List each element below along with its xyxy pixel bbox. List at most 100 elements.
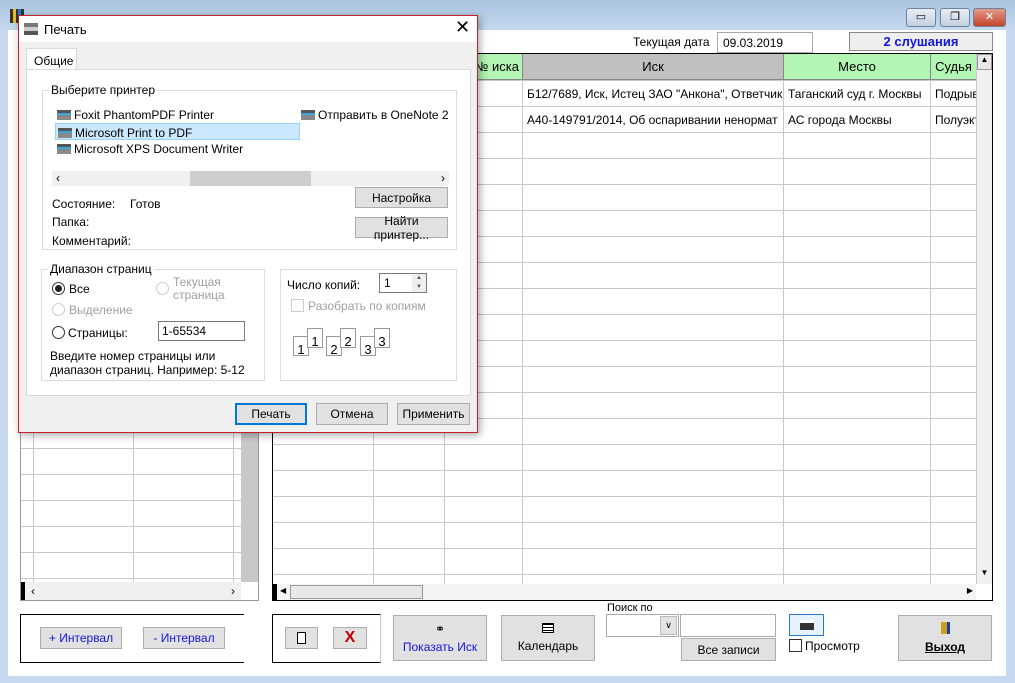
select-printer-label: Выберите принтер: [49, 83, 157, 97]
pages-input[interactable]: 1-65534: [158, 321, 245, 341]
printer-name: Microsoft XPS Document Writer: [74, 142, 244, 156]
dialog-title-bar: Печать ✕: [19, 16, 477, 42]
scroll-up-icon[interactable]: ▲: [977, 54, 992, 70]
all-records-button[interactable]: Все записи: [681, 638, 776, 661]
folder-label: Папка:: [52, 215, 90, 229]
grid-line: [273, 496, 992, 497]
current-date-field[interactable]: 09.03.2019: [717, 32, 813, 53]
grid-line: [21, 500, 258, 501]
cell-claim: А40-149791/2014, Об оспаривании ненормат: [527, 113, 778, 127]
grid-line: [273, 470, 992, 471]
grid-line: [21, 552, 258, 553]
binoculars-icon: ⚭: [434, 622, 446, 636]
add-interval-button[interactable]: + Интервал: [40, 627, 122, 649]
calendar-button[interactable]: Календарь: [501, 615, 595, 661]
radio-selection-label: Выделение: [69, 303, 133, 317]
delete-icon: X: [344, 629, 356, 646]
left-horizontal-scrollbar[interactable]: ‹ ›: [21, 582, 241, 600]
printer-name: Foxit PhantomPDF Printer: [74, 108, 215, 122]
preview-label: Просмотр: [805, 639, 860, 653]
radio-current-page: [156, 282, 169, 295]
exit-button[interactable]: Выход: [898, 615, 992, 661]
scroll-right-icon[interactable]: ▶: [967, 586, 973, 595]
search-by-label: Поиск по: [607, 602, 653, 614]
status-label: Состояние:: [52, 197, 116, 211]
cell-judge: Подрыв: [935, 87, 976, 101]
printer-icon: [799, 620, 814, 630]
dialog-cancel-button[interactable]: Отмена: [316, 403, 388, 425]
restore-button[interactable]: ❐: [940, 8, 970, 27]
scroll-thumb[interactable]: [290, 585, 423, 599]
radio-pages-label: Страницы:: [68, 326, 128, 340]
stepper-arrows-icon[interactable]: ▲ ▼: [412, 274, 426, 292]
grid-line: [21, 448, 258, 449]
header-place[interactable]: Место: [784, 54, 931, 80]
status-value: Готов: [130, 197, 161, 211]
scroll-down-icon[interactable]: ▼: [977, 568, 992, 584]
printer-item[interactable]: Foxit PhantomPDF Printer: [55, 106, 300, 123]
print-button[interactable]: [789, 614, 824, 636]
select-printer-group: Выберите принтер Foxit PhantomPDF Printe…: [42, 83, 457, 250]
search-field-select[interactable]: ∨: [606, 614, 679, 637]
close-button[interactable]: ✕: [973, 8, 1006, 27]
collate-checkbox: [291, 299, 304, 312]
cell-judge: Полуэкт: [935, 113, 976, 127]
dialog-print-button[interactable]: Печать: [235, 403, 307, 425]
scroll-thumb[interactable]: [190, 171, 311, 186]
copies-group: Число копий: 1 ▲ ▼ Разобрать по копиям 11 …: [280, 269, 457, 381]
scroll-left-icon[interactable]: ◀: [280, 586, 286, 595]
copies-label: Число копий:: [287, 278, 361, 292]
cell-claim: Б12/7689, Иск, Истец ЗАО "Анкона", Ответ…: [527, 87, 783, 101]
preview-checkbox[interactable]: [789, 639, 802, 652]
scroll-right-icon[interactable]: ›: [441, 171, 445, 185]
collate-label: Разобрать по копиям: [308, 299, 426, 313]
printer-name: Microsoft Print to PDF: [75, 126, 193, 140]
dialog-apply-button[interactable]: Применить: [397, 403, 470, 425]
printer-item[interactable]: Отправить в OneNote 20: [299, 106, 449, 123]
scroll-right-icon[interactable]: ›: [231, 582, 235, 600]
horizontal-scrollbar[interactable]: ◀ ▶: [273, 584, 976, 600]
dialog-close-icon[interactable]: ✕: [455, 17, 470, 38]
find-printer-button[interactable]: Найти принтер...: [355, 214, 448, 242]
printer-item[interactable]: Microsoft XPS Document Writer: [55, 140, 300, 157]
header-claim[interactable]: Иск: [523, 54, 784, 80]
remove-interval-button[interactable]: - Интервал: [143, 627, 225, 649]
vertical-scrollbar[interactable]: ▲ ▼: [976, 54, 992, 584]
printer-icon: [301, 110, 315, 120]
new-document-icon: [297, 632, 306, 644]
radio-pages[interactable]: [52, 326, 65, 339]
grid-line: [21, 578, 258, 579]
delete-record-button[interactable]: X: [333, 627, 367, 649]
radio-current-page-label: Текущая страница: [173, 275, 225, 302]
search-input[interactable]: [680, 614, 776, 637]
radio-all[interactable]: [52, 282, 65, 295]
calendar-label: Календарь: [517, 639, 579, 653]
radio-selection: [52, 303, 65, 316]
scroll-left-icon[interactable]: ‹: [31, 582, 35, 600]
chevron-down-icon[interactable]: ∨: [660, 616, 677, 635]
header-judge[interactable]: Судья: [931, 54, 977, 80]
grid-line: [21, 526, 258, 527]
grid-line: [273, 548, 992, 549]
printer-item-selected[interactable]: Microsoft Print to PDF: [55, 123, 300, 140]
page-range-hint: Введите номер страницы или диапазон стра…: [50, 349, 245, 377]
printer-icon: [57, 110, 71, 120]
copies-stepper[interactable]: 1 ▲ ▼: [379, 273, 427, 293]
printer-settings-button[interactable]: Настройка: [355, 187, 448, 208]
exit-label: Выход: [924, 640, 966, 654]
tab-panel: Выберите принтер Foxit PhantomPDF Printe…: [26, 69, 471, 396]
page-range-group: Диапазон страниц Все Текущая страница Вы…: [41, 262, 265, 381]
printer-icon: [58, 128, 72, 138]
scroll-left-icon[interactable]: ‹: [56, 171, 60, 185]
grid-line: [273, 522, 992, 523]
comment-label: Комментарий:: [52, 234, 131, 248]
new-record-button[interactable]: [285, 627, 318, 649]
printer-list-scrollbar[interactable]: ‹ ›: [52, 171, 449, 186]
grid-line: [21, 474, 258, 475]
show-claim-button[interactable]: ⚭ Показать Иск: [393, 615, 487, 661]
tab-general[interactable]: Общие: [26, 48, 77, 70]
minimize-button[interactable]: ▭: [906, 8, 936, 27]
radio-all-label: Все: [69, 282, 90, 296]
copies-value: 1: [384, 276, 391, 290]
hearings-count-badge[interactable]: 2 слушания: [849, 32, 993, 51]
